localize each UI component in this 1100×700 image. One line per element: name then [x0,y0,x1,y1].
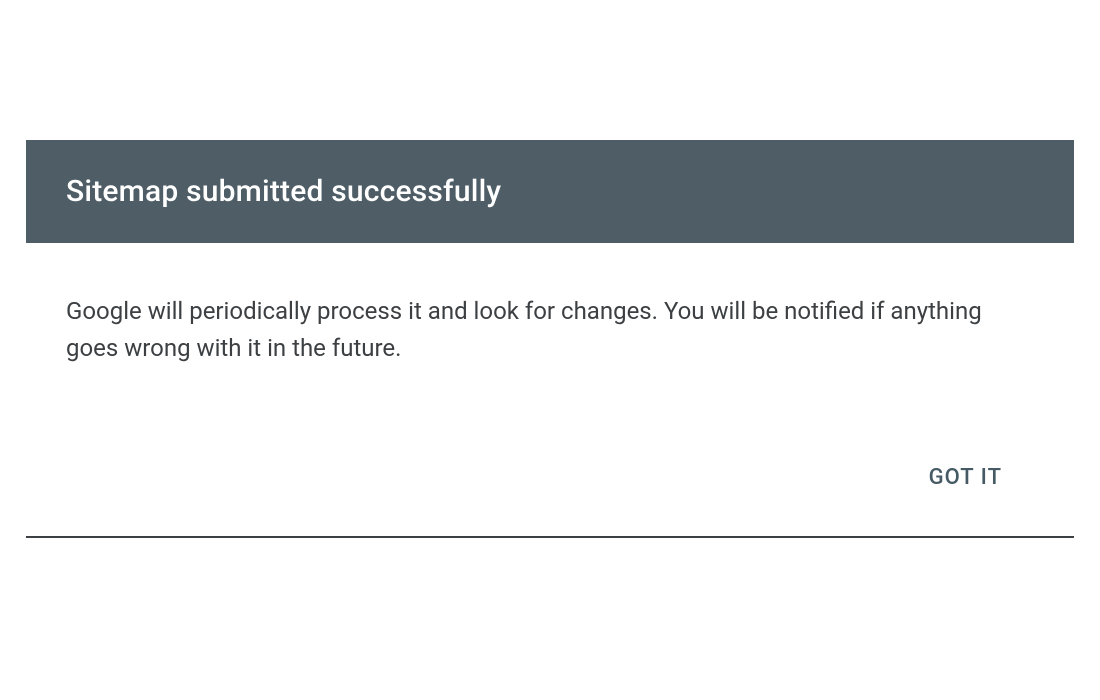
got-it-button[interactable]: GOT IT [917,457,1014,498]
dialog-title: Sitemap submitted successfully [66,174,1034,209]
dialog-header: Sitemap submitted successfully [26,140,1074,243]
dialog-actions: GOT IT [26,407,1074,536]
confirmation-dialog: Sitemap submitted successfully Google wi… [26,140,1074,538]
dialog-body: Google will periodically process it and … [26,243,1074,407]
dialog-message: Google will periodically process it and … [66,293,1026,367]
